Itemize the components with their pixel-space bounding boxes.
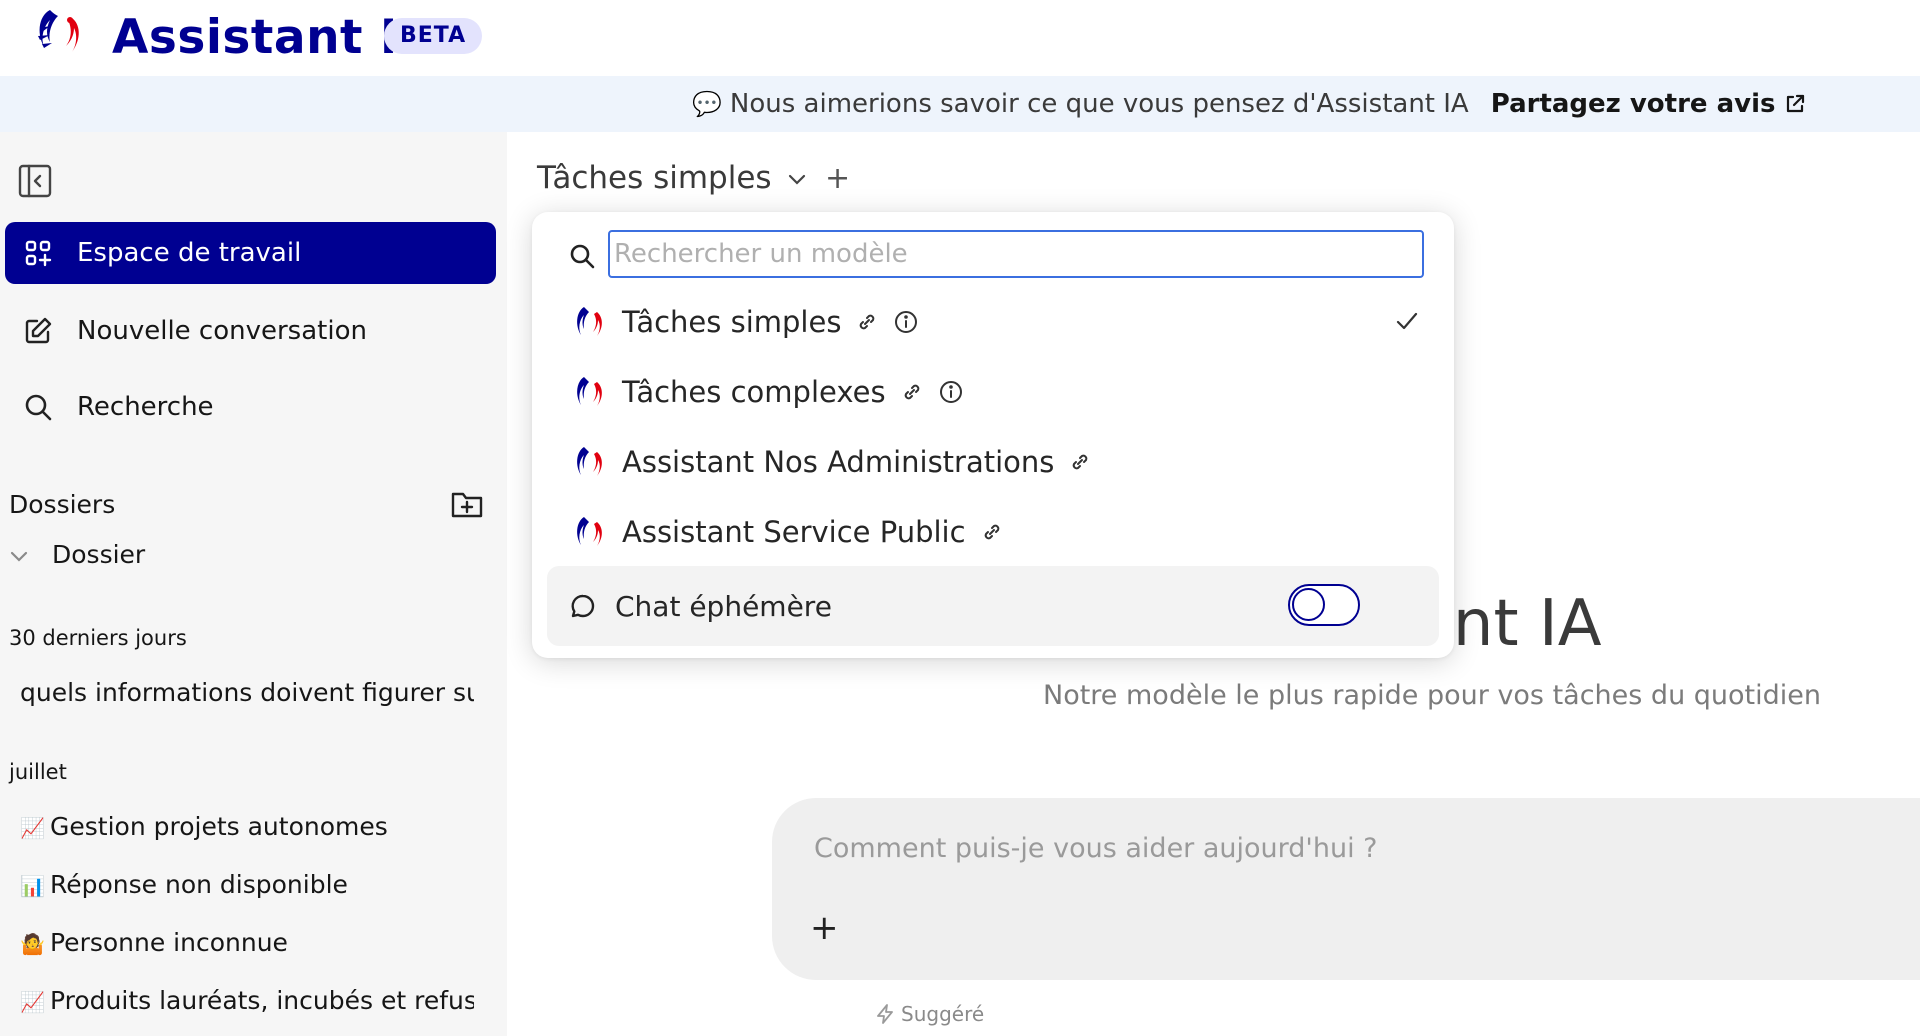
conversation-item[interactable]: 🤷 Personne inconnue (20, 928, 474, 957)
ephemeral-chat-toggle[interactable] (1288, 584, 1360, 626)
chevron-down-icon (788, 174, 805, 185)
chart-up-emoji-icon: 📈 (20, 816, 45, 840)
folders-heading: Dossiers (9, 490, 116, 519)
model-dropdown: Tâches simples Tâches complexes Assistan… (532, 212, 1454, 658)
model-option-label: Tâches simples (622, 305, 842, 339)
ephemeral-chat-row: Chat éphémère (547, 566, 1439, 646)
model-selector-label: Tâches simples (537, 160, 772, 196)
add-folder-icon[interactable] (450, 488, 484, 520)
check-icon (1396, 312, 1418, 330)
workspace-icon (21, 236, 55, 270)
nav-workspace[interactable]: Espace de travail (5, 222, 496, 284)
feedback-banner: 💬 Nous aimerions savoir ce que vous pens… (0, 76, 1920, 132)
conversation-title: quels informations doivent figurer sur (20, 678, 474, 707)
shrug-emoji-icon: 🤷 (20, 932, 45, 956)
model-option-taches-simples[interactable]: Tâches simples (570, 296, 919, 348)
bar-chart-emoji-icon: 📊 (20, 874, 45, 898)
external-link-icon (1787, 94, 1805, 113)
chevron-down-icon (10, 540, 30, 569)
model-option-taches-complexes[interactable]: Tâches complexes (570, 366, 964, 418)
chart-up-emoji-icon: 📈 (20, 990, 45, 1014)
edit-icon (21, 314, 55, 348)
nav-workspace-label: Espace de travail (77, 238, 302, 268)
message-composer: + (772, 798, 1920, 980)
nav-search[interactable]: Recherche (5, 376, 496, 438)
nav-search-label: Recherche (77, 392, 214, 422)
link-icon[interactable] (902, 382, 922, 402)
lightning-icon (877, 1004, 893, 1024)
marianne-logo-icon (577, 377, 602, 406)
marianne-logo-icon (577, 307, 602, 336)
folder-item-label: Dossier (52, 540, 146, 569)
search-icon (570, 244, 595, 269)
conversation-title: Réponse non disponible (50, 870, 348, 899)
link-icon[interactable] (1070, 452, 1090, 472)
model-option-nos-administrations[interactable]: Assistant Nos Administrations (570, 436, 1090, 488)
info-icon[interactable] (938, 379, 964, 405)
model-option-label: Tâches complexes (622, 375, 886, 409)
hero-subtitle: Notre modèle le plus rapide pour vos tâc… (1043, 680, 1821, 711)
info-icon[interactable] (893, 309, 919, 335)
ephemeral-chat-label: Chat éphémère (615, 589, 832, 623)
conversation-item[interactable]: quels informations doivent figurer sur (20, 678, 474, 707)
speech-bubble-icon: 💬 (692, 90, 722, 118)
model-option-label: Assistant Service Public (622, 515, 966, 549)
model-option-label: Assistant Nos Administrations (622, 445, 1055, 479)
conversation-title: Produits lauréats, incubés et refusés (50, 986, 474, 1015)
app-header: Assistant IA BETA (0, 0, 1920, 76)
conversation-item[interactable]: 📊 Réponse non disponible (20, 870, 474, 899)
add-model-tab-button[interactable]: + (825, 162, 850, 196)
section-label-30-days: 30 derniers jours (9, 626, 187, 650)
search-icon (21, 390, 55, 424)
nav-new-conversation-label: Nouvelle conversation (77, 316, 367, 346)
section-label-july: juillet (9, 760, 67, 784)
attach-plus-button[interactable]: + (810, 908, 839, 948)
toggle-knob (1292, 588, 1325, 621)
model-selector-button[interactable]: Tâches simples (537, 160, 806, 196)
suggested-label: Suggéré (901, 1002, 985, 1026)
nav-new-conversation[interactable]: Nouvelle conversation (5, 300, 496, 362)
conversation-title: Gestion projets autonomes (50, 812, 388, 841)
model-option-service-public[interactable]: Assistant Service Public (570, 506, 1002, 558)
link-icon[interactable] (982, 522, 1002, 542)
folder-item[interactable]: Dossier (10, 540, 145, 569)
marianne-logo-icon[interactable] (28, 6, 96, 60)
beta-badge: BETA (384, 18, 483, 54)
marianne-logo-icon (577, 517, 602, 546)
message-input[interactable] (812, 826, 1812, 870)
chat-bubble-icon (571, 594, 595, 618)
marianne-logo-icon (577, 447, 602, 476)
link-icon[interactable] (857, 312, 877, 332)
feedback-link[interactable]: Partagez votre avis (1491, 89, 1808, 119)
model-search-input[interactable] (608, 230, 1424, 278)
feedback-link-label[interactable]: Partagez votre avis (1491, 89, 1776, 119)
sidebar-collapse-icon[interactable] (16, 162, 54, 200)
feedback-message: Nous aimerions savoir ce que vous pensez… (729, 89, 1469, 119)
conversation-title: Personne inconnue (50, 928, 288, 957)
conversation-item[interactable]: 📈 Produits lauréats, incubés et refusés (20, 986, 474, 1015)
sidebar: Espace de travail Nouvelle conversation … (0, 132, 507, 1036)
suggested-button[interactable]: Suggéré (875, 1002, 984, 1026)
conversation-item[interactable]: 📈 Gestion projets autonomes (20, 812, 474, 841)
